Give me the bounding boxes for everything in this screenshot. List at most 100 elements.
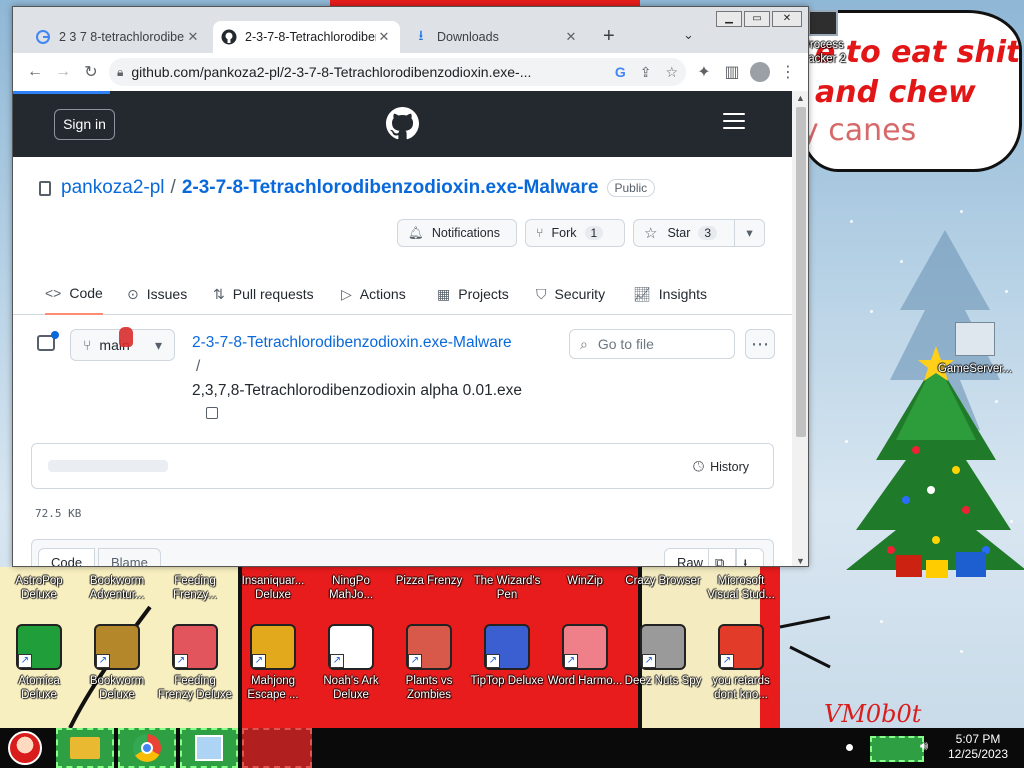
- bell-icon: 🔔︎: [408, 225, 424, 240]
- shortcut-arrow-icon: ↗: [642, 654, 656, 668]
- close-tab-icon[interactable]: ✕: [376, 29, 392, 45]
- desktop-icon[interactable]: ↗ Atomica Deluxe: [0, 624, 78, 702]
- tab-code[interactable]: <> Code: [45, 273, 103, 315]
- desktop-icon[interactable]: ↗ Bookworm Deluxe: [78, 624, 156, 702]
- taskbar-file-explorer[interactable]: [56, 728, 114, 768]
- side-panel-icon[interactable]: ▥: [718, 58, 746, 86]
- go-to-file-input[interactable]: ⌕ Go to file: [569, 329, 735, 359]
- desktop-icon[interactable]: AstroPop Deluxe: [0, 574, 78, 602]
- tab-google-search[interactable]: 2 3 7 8-tetrachlorodibenzodioxin ✕: [27, 21, 209, 53]
- file-tree-toggle-icon[interactable]: [37, 331, 59, 351]
- shortcut-arrow-icon: ↗: [564, 654, 578, 668]
- desktop-icon[interactable]: The Wizard's Pen: [468, 574, 546, 602]
- desktop-icon[interactable]: ↗ Noah's Ark Deluxe: [312, 624, 390, 702]
- desktop-icon[interactable]: WinZip: [546, 574, 624, 588]
- more-options-button[interactable]: ⋯: [745, 329, 775, 359]
- tab-security[interactable]: ⛉ Security: [536, 273, 605, 315]
- scrollbar-thumb[interactable]: [796, 107, 806, 437]
- desktop-icon[interactable]: NingPo MahJo...: [312, 574, 390, 602]
- desktop-icon[interactable]: ↗ Deez Nuts Spy: [624, 624, 702, 688]
- scroll-up-icon[interactable]: ▲: [796, 93, 805, 103]
- close-tab-icon[interactable]: ✕: [563, 29, 579, 45]
- menu-kebab-icon[interactable]: ⋮: [774, 58, 802, 86]
- desktop-icon[interactable]: ↗ TipTop Deluxe: [468, 624, 546, 688]
- desktop-icon[interactable]: Microsoft Visual Stud...: [702, 574, 780, 602]
- code-view-tab[interactable]: Code: [38, 548, 96, 566]
- taskbar-app-red[interactable]: [242, 728, 312, 768]
- extensions-icon[interactable]: ✦: [690, 58, 718, 86]
- volume-icon[interactable]: 🔊︎: [920, 738, 928, 754]
- desktop-icon[interactable]: Pizza Frenzy: [390, 574, 468, 588]
- desktop-icon-label: Feeding Frenzy...: [173, 575, 217, 601]
- tab-github[interactable]: 2-3-7-8-Tetrachlorodibenzodioxin ✕: [213, 21, 400, 53]
- close-tab-icon[interactable]: ✕: [185, 29, 201, 45]
- back-button[interactable]: ←: [21, 58, 49, 86]
- bookmark-star-icon[interactable]: ☆: [665, 64, 678, 81]
- minimize-button[interactable]: ▁: [716, 11, 742, 27]
- latest-commit-box: 🕓︎ History: [31, 443, 774, 489]
- shortcut-arrow-icon: ↗: [18, 654, 32, 668]
- notifications-button[interactable]: 🔔︎ Notifications: [397, 219, 517, 247]
- page-scrollbar[interactable]: ▲ ▼: [792, 91, 808, 566]
- profile-avatar-icon[interactable]: [746, 58, 774, 86]
- app-icon: ↗: [16, 624, 62, 670]
- repo-name-link[interactable]: 2-3-7-8-Tetrachlorodibenzodioxin.exe-Mal…: [182, 177, 599, 199]
- tab-downloads[interactable]: ⭳ Downloads ✕: [405, 21, 587, 53]
- insights-graph-icon: 📈︎: [633, 285, 651, 302]
- download-raw-icon[interactable]: ⭳: [736, 548, 764, 566]
- repo-owner-link[interactable]: pankoza2-pl: [61, 177, 165, 199]
- history-button[interactable]: 🕓︎ History: [693, 458, 749, 475]
- copy-raw-icon[interactable]: ⧉: [708, 548, 736, 566]
- fork-button[interactable]: ⑂ Fork 1: [525, 219, 625, 247]
- reload-button[interactable]: ↻: [77, 58, 105, 86]
- desktop-icon-gameserver[interactable]: GameServer...: [936, 322, 1014, 376]
- taskbar-image-app[interactable]: [180, 728, 238, 768]
- sign-in-button[interactable]: Sign in: [54, 109, 115, 140]
- desktop-icon-label: you retards dont kno...: [712, 675, 770, 701]
- forward-button[interactable]: →: [49, 58, 77, 86]
- github-logo-icon[interactable]: [386, 107, 419, 145]
- tab-actions[interactable]: ▷ Actions: [341, 273, 406, 315]
- desktop-icon-label: TipTop Deluxe: [470, 675, 544, 687]
- desktop-icon-label: Atomica Deluxe: [18, 675, 60, 701]
- blame-view-tab[interactable]: Blame: [98, 548, 161, 566]
- browser-toolbar: ← → ↻ 🔒︎ github.com/pankoza2-pl/2-3-7-8-…: [13, 53, 808, 91]
- system-clock[interactable]: 5:07 PM 12/25/2023: [938, 732, 1018, 762]
- share-icon[interactable]: ⇪: [640, 64, 652, 81]
- desktop-icon[interactable]: ↗ you retards dont kno...: [702, 624, 780, 702]
- download-icon: ⭳: [418, 27, 424, 43]
- tab-search-chevron-icon[interactable]: ⌄: [683, 27, 694, 43]
- star-button[interactable]: ☆ Star 3 ▾: [633, 219, 765, 247]
- tab-projects[interactable]: ▦ Projects: [437, 273, 509, 315]
- desktop-icon[interactable]: ↗ Plants vs Zombies: [390, 624, 468, 702]
- repo-separator: /: [170, 177, 176, 198]
- maximize-button[interactable]: ▭: [744, 11, 770, 27]
- google-icon: [35, 29, 51, 45]
- tab-insights[interactable]: 📈︎ Insights: [633, 273, 707, 315]
- tray-network-icon[interactable]: [870, 736, 924, 762]
- breadcrumb-repo-link[interactable]: 2-3-7-8-Tetrachlorodibenzodioxin.exe-Mal…: [192, 334, 512, 351]
- scroll-down-icon[interactable]: ▼: [796, 556, 805, 566]
- desktop-icon[interactable]: ↗ Word Harmo...: [546, 624, 624, 688]
- google-lens-icon[interactable]: G: [615, 64, 626, 80]
- address-bar[interactable]: 🔒︎ github.com/pankoza2-pl/2-3-7-8-Tetrac…: [109, 58, 686, 86]
- start-button[interactable]: [0, 728, 50, 768]
- desktop-icon[interactable]: Insaniquar... Deluxe: [234, 574, 312, 602]
- desktop-icon[interactable]: ↗ Feeding Frenzy Deluxe: [156, 624, 234, 702]
- desktop-icon[interactable]: Crazy Browser: [624, 574, 702, 588]
- desktop-icon[interactable]: Bookworm Adventur...: [78, 574, 156, 602]
- desktop-icon[interactable]: ↗ Mahjong Escape ...: [234, 624, 312, 702]
- history-clock-icon: 🕓︎: [693, 458, 705, 474]
- taskbar-chrome[interactable]: [118, 728, 176, 768]
- new-tab-button[interactable]: +: [603, 25, 615, 48]
- hamburger-menu-icon[interactable]: [723, 113, 745, 134]
- tab-pull-requests[interactable]: ⇅ Pull requests: [213, 273, 314, 315]
- vm-watermark: VM0b0t: [824, 700, 922, 728]
- star-dropdown-chevron-icon[interactable]: ▾: [734, 220, 764, 246]
- copy-path-icon[interactable]: [206, 407, 218, 419]
- close-window-button[interactable]: ✕: [772, 11, 802, 27]
- chevron-down-icon: ▾: [154, 336, 162, 353]
- desktop-icon[interactable]: Feeding Frenzy...: [156, 574, 234, 602]
- folder-icon: [70, 737, 100, 759]
- tab-issues[interactable]: ⊙ Issues: [127, 273, 187, 315]
